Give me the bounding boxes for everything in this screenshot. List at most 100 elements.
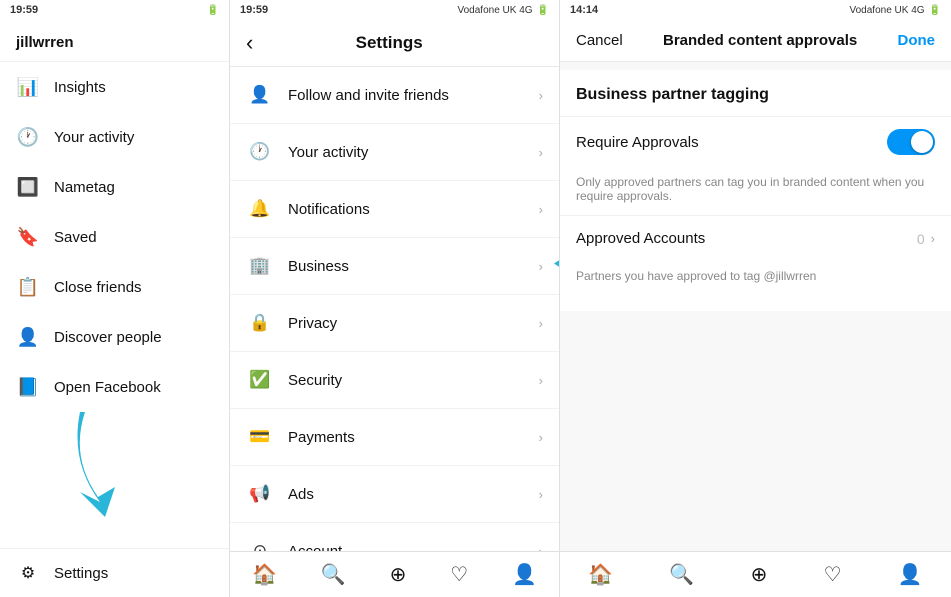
- business-chevron: ›: [539, 259, 543, 274]
- settings-item-privacy[interactable]: 🔒 Privacy ›: [230, 295, 559, 352]
- privacy-chevron: ›: [539, 316, 543, 331]
- payments-chevron: ›: [539, 430, 543, 445]
- payments-icon: 💳: [246, 423, 274, 451]
- ads-label: Ads: [288, 486, 539, 503]
- nametag-icon: 🔲: [16, 175, 40, 199]
- home-nav-p2[interactable]: 🏠: [252, 562, 277, 587]
- branded-content-content: Business partner tagging Require Approva…: [560, 70, 951, 311]
- status-time-p2: 19:59: [240, 4, 268, 16]
- username-header: jillwrren: [0, 20, 229, 62]
- facebook-label: Open Facebook: [54, 379, 161, 396]
- payments-label: Payments: [288, 429, 539, 446]
- saved-icon: 🔖: [16, 225, 40, 249]
- blue-arrow-left-indicator: [549, 239, 559, 294]
- settings-item-follow[interactable]: 👤 Follow and invite friends ›: [230, 67, 559, 124]
- approved-accounts-row[interactable]: Approved Accounts 0 ›: [560, 215, 951, 261]
- network-label-p3: Vodafone UK 4G: [849, 5, 924, 16]
- network-label-p2: Vodafone UK 4G: [457, 5, 532, 16]
- bottom-nav-p2: 🏠 🔍 ⊕ ♡ 👤: [230, 551, 559, 597]
- back-button[interactable]: ‹: [246, 32, 253, 54]
- settings-list: 👤 Follow and invite friends › 🕐 Your act…: [230, 67, 559, 551]
- profile-nav-p2[interactable]: 👤: [512, 562, 537, 587]
- facebook-icon: 📘: [16, 375, 40, 399]
- privacy-icon: 🔒: [246, 309, 274, 337]
- settings-item-ads[interactable]: 📢 Ads ›: [230, 466, 559, 523]
- battery-icon-p2: 🔋: [537, 5, 549, 16]
- heart-nav-p2[interactable]: ♡: [450, 562, 468, 587]
- security-chevron: ›: [539, 373, 543, 388]
- activity-settings-label: Your activity: [288, 144, 539, 161]
- nametag-label: Nametag: [54, 179, 115, 196]
- activity-settings-chevron: ›: [539, 145, 543, 160]
- account-icon: ⊙: [246, 537, 274, 551]
- menu-item-facebook[interactable]: 📘 Open Facebook: [0, 362, 229, 412]
- require-approvals-toggle[interactable]: [887, 129, 935, 155]
- activity-label: Your activity: [54, 129, 134, 146]
- business-label: Business: [288, 258, 539, 275]
- ads-chevron: ›: [539, 487, 543, 502]
- settings-header: ‹ Settings: [230, 20, 559, 67]
- settings-item-payments[interactable]: 💳 Payments ›: [230, 409, 559, 466]
- status-time-p1: 19:59: [10, 4, 38, 16]
- panel1-sidebar: 19:59 🔋 jillwrren 📊 Insights 🕐 Your acti…: [0, 0, 230, 597]
- cancel-button[interactable]: Cancel: [576, 32, 623, 49]
- menu-item-close-friends[interactable]: 📋 Close friends: [0, 262, 229, 312]
- account-label: Account: [288, 543, 539, 552]
- home-nav-p3[interactable]: 🏠: [588, 562, 613, 587]
- discover-label: Discover people: [54, 329, 162, 346]
- follow-icon: 👤: [246, 81, 274, 109]
- close-friends-icon: 📋: [16, 275, 40, 299]
- follow-chevron: ›: [539, 88, 543, 103]
- security-icon: ✅: [246, 366, 274, 394]
- search-nav-p2[interactable]: 🔍: [321, 562, 346, 587]
- settings-label: Settings: [54, 565, 108, 582]
- bottom-nav-p3: 🏠 🔍 ⊕ ♡ 👤: [560, 551, 951, 597]
- security-label: Security: [288, 372, 539, 389]
- business-icon: 🏢: [246, 252, 274, 280]
- search-nav-p3[interactable]: 🔍: [669, 562, 694, 587]
- add-nav-p3[interactable]: ⊕: [751, 562, 768, 587]
- done-button[interactable]: Done: [898, 32, 936, 49]
- menu-item-discover[interactable]: 👤 Discover people: [0, 312, 229, 362]
- notifications-label: Notifications: [288, 201, 539, 218]
- menu-item-activity[interactable]: 🕐 Your activity: [0, 112, 229, 162]
- status-time-p3: 14:14: [570, 4, 598, 16]
- status-icons-p1: 🔋: [207, 5, 219, 16]
- approved-accounts-count: 0: [917, 231, 925, 247]
- activity-icon: 🕐: [16, 125, 40, 149]
- profile-nav-p3[interactable]: 👤: [898, 562, 923, 587]
- require-approvals-description: Only approved partners can tag you in br…: [560, 167, 951, 215]
- settings-item-business[interactable]: 🏢 Business ›: [230, 238, 559, 295]
- activity-settings-icon: 🕐: [246, 138, 274, 166]
- saved-label: Saved: [54, 229, 97, 246]
- approved-accounts-description: Partners you have approved to tag @jillw…: [560, 261, 951, 295]
- notifications-chevron: ›: [539, 202, 543, 217]
- settings-item-security[interactable]: ✅ Security ›: [230, 352, 559, 409]
- panel3-branded-content: 14:14 Vodafone UK 4G 🔋 Cancel Branded co…: [560, 0, 951, 597]
- status-network-p2: Vodafone UK 4G 🔋: [457, 5, 549, 16]
- spacer: [560, 311, 951, 552]
- require-approvals-row: Require Approvals: [560, 116, 951, 167]
- branded-content-header: Cancel Branded content approvals Done: [560, 20, 951, 62]
- panel2-settings: 19:59 Vodafone UK 4G 🔋 ‹ Settings 👤 Foll…: [230, 0, 560, 597]
- insights-icon: 📊: [16, 75, 40, 99]
- menu-list: 📊 Insights 🕐 Your activity 🔲 Nametag 🔖 S…: [0, 62, 229, 548]
- add-nav-p2[interactable]: ⊕: [390, 562, 407, 587]
- battery-icon-p3: 🔋: [929, 5, 941, 16]
- settings-item-activity[interactable]: 🕐 Your activity ›: [230, 124, 559, 181]
- menu-item-insights[interactable]: 📊 Insights: [0, 62, 229, 112]
- menu-item-saved[interactable]: 🔖 Saved: [0, 212, 229, 262]
- business-partner-section-title: Business partner tagging: [560, 70, 951, 116]
- privacy-label: Privacy: [288, 315, 539, 332]
- account-chevron: ›: [539, 544, 543, 552]
- settings-item-account[interactable]: ⊙ Account ›: [230, 523, 559, 551]
- approved-accounts-label: Approved Accounts: [576, 230, 917, 247]
- require-approvals-label: Require Approvals: [576, 134, 887, 151]
- settings-item-notifications[interactable]: 🔔 Notifications ›: [230, 181, 559, 238]
- ads-icon: 📢: [246, 480, 274, 508]
- settings-menu-item[interactable]: ⚙ Settings: [0, 548, 229, 597]
- insights-label: Insights: [54, 79, 106, 96]
- battery-icon-p1: 🔋: [207, 5, 219, 16]
- menu-item-nametag[interactable]: 🔲 Nametag: [0, 162, 229, 212]
- heart-nav-p3[interactable]: ♡: [824, 562, 842, 587]
